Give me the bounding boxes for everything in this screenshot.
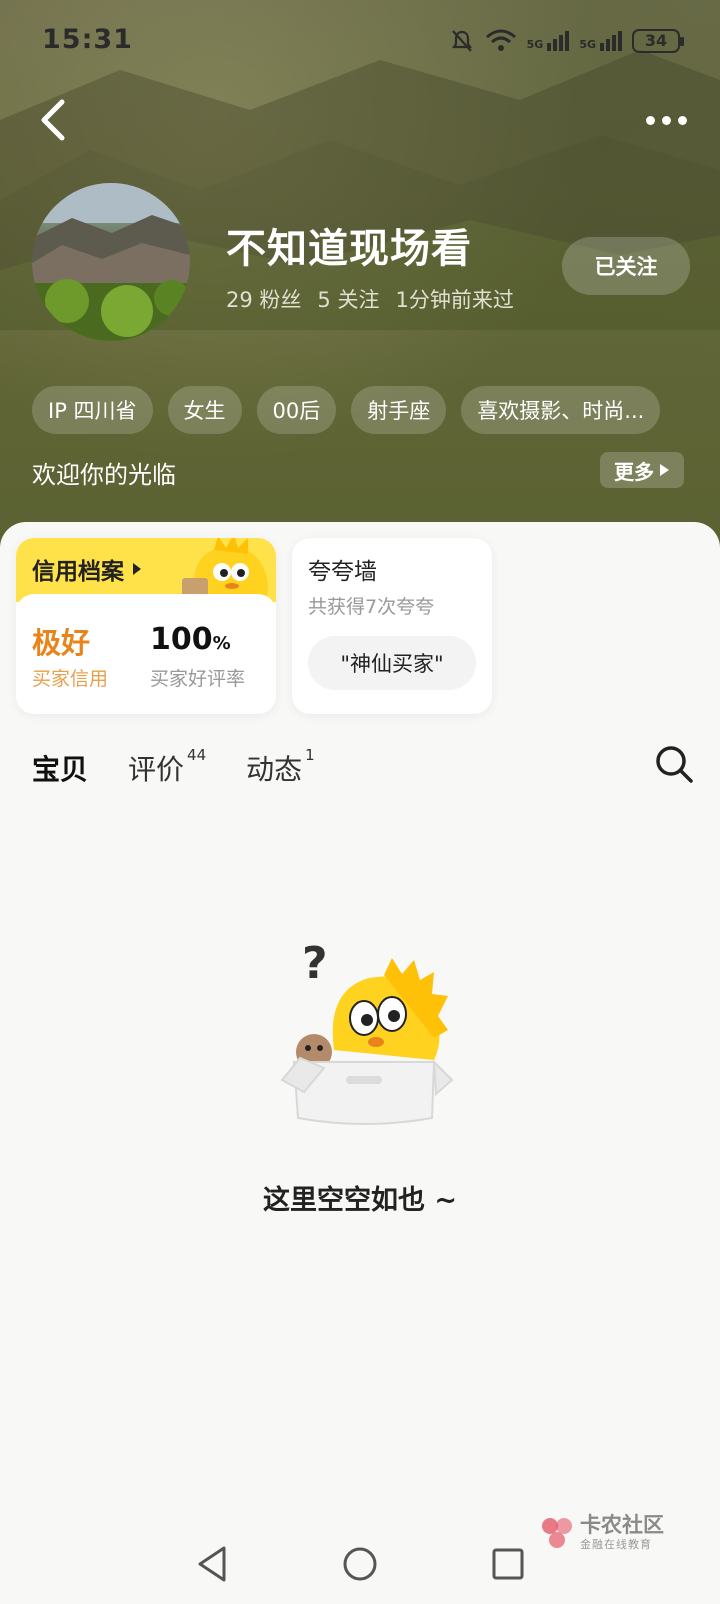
more-dots-icon [645, 115, 655, 125]
avatar[interactable] [32, 183, 190, 341]
nav-back-button[interactable] [190, 1542, 234, 1586]
tab-items[interactable]: 宝贝 [29, 748, 91, 788]
last-seen: 1分钟前来过 [395, 288, 514, 312]
tab-reviews[interactable]: 评价 44 [128, 746, 207, 788]
search-button[interactable] [652, 742, 696, 786]
nav-recent-icon [492, 1548, 524, 1580]
status-icons: 5G 5G 34 [449, 28, 684, 54]
mascot-icon [182, 538, 268, 600]
more-options-button[interactable] [642, 102, 690, 138]
nav-home-icon [343, 1547, 377, 1581]
profile-stats: 29 粉丝 5 关注 1分钟前来过 [226, 284, 514, 314]
status-time: 15:31 [42, 24, 133, 55]
tag-gender: 女生 [167, 386, 242, 434]
credit-grade-label: 买家信用 [32, 668, 109, 690]
tab-activity[interactable]: 动态 1 [246, 746, 315, 788]
signal-icon-2: 5G [579, 31, 622, 51]
praise-chip[interactable]: "神仙买家" [308, 636, 476, 690]
empty-state-text: 这里空空如也 ~ [262, 1185, 458, 1216]
back-button[interactable] [34, 96, 74, 144]
empty-box-illustration: ? [280, 938, 454, 1125]
mute-icon [451, 30, 472, 52]
nav-recent-button[interactable] [486, 1542, 530, 1586]
tag-hobbies[interactable]: 喜欢摄影、时尚... [461, 386, 661, 434]
tag-zodiac: 射手座 [351, 386, 447, 434]
svg-text:?: ? [302, 938, 328, 989]
nav-back-icon [198, 1546, 226, 1582]
credit-card[interactable]: 信用档案 极好 买家信用 100% 买家好评率 [16, 538, 276, 714]
caret-right-icon [660, 464, 669, 476]
content-sheet: 信用档案 极好 买家信用 100% 买家好评率 夸夸墙 共获得7次夸夸 "神仙买… [0, 522, 720, 1604]
tag-ip: IP 四川省 [32, 386, 153, 434]
tab-activity-count: 1 [305, 746, 315, 764]
profile-bio: 欢迎你的光临 [32, 461, 176, 489]
wifi-icon [485, 29, 516, 51]
system-nav-bar [0, 1524, 720, 1604]
follow-button[interactable]: 已关注 [562, 237, 690, 295]
chevron-left-icon [41, 99, 65, 141]
status-bar: 15:31 5G 5G 34 [0, 0, 720, 80]
following-count[interactable]: 5 关注 [317, 284, 379, 314]
nickname: 不知道现场看 [226, 226, 472, 272]
credit-card-title: 信用档案 [32, 552, 142, 586]
profile-header: 15:31 5G 5G 34 不知道现场看 29 粉丝 5 关注 1分钟前来过 … [0, 0, 720, 560]
tab-reviews-count: 44 [187, 746, 207, 764]
profile-tabs: 宝贝 评价 44 动态 1 [29, 746, 315, 788]
battery-icon: 34 [632, 29, 684, 53]
caret-right-icon [133, 563, 141, 575]
avatar-image [32, 183, 190, 341]
fans-count[interactable]: 29 粉丝 [226, 284, 301, 314]
nav-home-button[interactable] [338, 1542, 382, 1586]
tag-age: 00后 [256, 386, 337, 434]
more-button[interactable]: 更多 [600, 452, 684, 488]
credit-grade: 极好 [32, 626, 91, 660]
praise-wall-title: 夸夸墙 [308, 559, 377, 585]
positive-rate-label: 买家好评率 [150, 668, 246, 690]
positive-rate: 100% [150, 622, 231, 657]
profile-tags: IP 四川省 女生 00后 射手座 喜欢摄影、时尚... [32, 386, 661, 434]
praise-wall-card[interactable]: 夸夸墙 共获得7次夸夸 "神仙买家" [292, 538, 492, 714]
search-icon [656, 746, 693, 783]
more-label: 更多 [614, 459, 654, 484]
praise-count: 共获得7次夸夸 [308, 596, 435, 618]
signal-icon: 5G [527, 31, 570, 51]
